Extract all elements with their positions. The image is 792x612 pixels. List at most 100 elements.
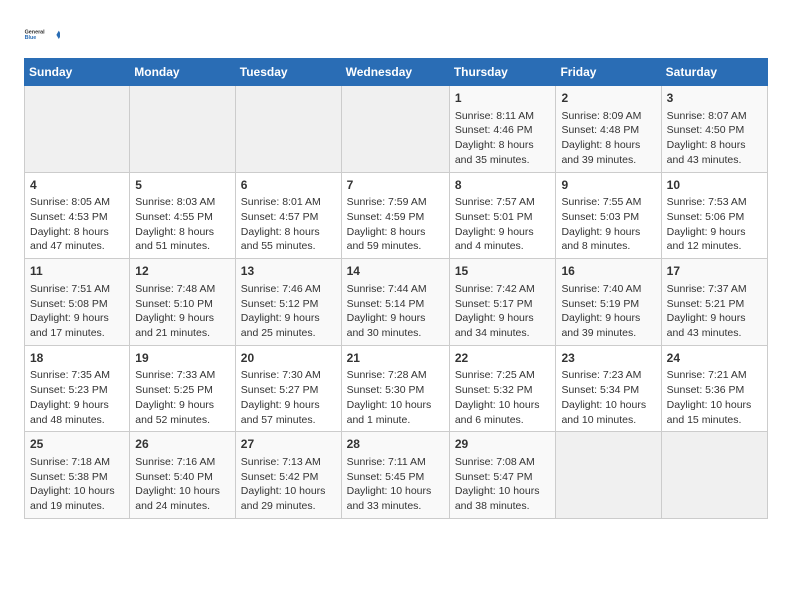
- day-content-line: Daylight: 10 hours: [455, 484, 551, 499]
- day-content-line: and 6 minutes.: [455, 413, 551, 428]
- day-number: 27: [241, 436, 336, 453]
- day-header-wednesday: Wednesday: [341, 59, 449, 86]
- day-content-line: Sunrise: 7:57 AM: [455, 195, 551, 210]
- day-content-line: and 12 minutes.: [667, 239, 762, 254]
- calendar-cell: 28Sunrise: 7:11 AMSunset: 5:45 PMDayligh…: [341, 432, 449, 519]
- day-content-line: Sunrise: 7:33 AM: [135, 368, 230, 383]
- day-content-line: Sunrise: 7:44 AM: [347, 282, 444, 297]
- day-content-line: Sunset: 5:36 PM: [667, 383, 762, 398]
- day-content-line: Daylight: 10 hours: [30, 484, 124, 499]
- day-number: 26: [135, 436, 230, 453]
- day-content-line: Sunset: 5:01 PM: [455, 210, 551, 225]
- day-header-thursday: Thursday: [449, 59, 556, 86]
- day-content-line: and 33 minutes.: [347, 499, 444, 514]
- day-header-monday: Monday: [130, 59, 236, 86]
- day-content-line: Sunset: 5:08 PM: [30, 297, 124, 312]
- days-header-row: SundayMondayTuesdayWednesdayThursdayFrid…: [25, 59, 768, 86]
- day-content-line: and 25 minutes.: [241, 326, 336, 341]
- day-number: 21: [347, 350, 444, 367]
- day-content-line: Sunrise: 7:08 AM: [455, 455, 551, 470]
- day-content-line: and 43 minutes.: [667, 153, 762, 168]
- day-content-line: Sunrise: 8:07 AM: [667, 109, 762, 124]
- day-content-line: Sunrise: 7:40 AM: [561, 282, 655, 297]
- day-content-line: Daylight: 9 hours: [30, 398, 124, 413]
- day-content-line: Sunset: 5:03 PM: [561, 210, 655, 225]
- calendar-cell: 17Sunrise: 7:37 AMSunset: 5:21 PMDayligh…: [661, 259, 767, 346]
- calendar-cell: 14Sunrise: 7:44 AMSunset: 5:14 PMDayligh…: [341, 259, 449, 346]
- day-number: 25: [30, 436, 124, 453]
- calendar-cell: 20Sunrise: 7:30 AMSunset: 5:27 PMDayligh…: [235, 345, 341, 432]
- day-content-line: and 30 minutes.: [347, 326, 444, 341]
- day-content-line: Daylight: 9 hours: [241, 398, 336, 413]
- day-content-line: and 52 minutes.: [135, 413, 230, 428]
- day-content-line: and 34 minutes.: [455, 326, 551, 341]
- day-content-line: Daylight: 10 hours: [455, 398, 551, 413]
- day-content-line: Daylight: 8 hours: [135, 225, 230, 240]
- day-content-line: and 47 minutes.: [30, 239, 124, 254]
- day-content-line: Sunset: 5:25 PM: [135, 383, 230, 398]
- day-content-line: and 19 minutes.: [30, 499, 124, 514]
- day-content-line: Daylight: 9 hours: [561, 311, 655, 326]
- day-content-line: Sunrise: 7:53 AM: [667, 195, 762, 210]
- day-number: 10: [667, 177, 762, 194]
- day-content-line: Sunrise: 7:16 AM: [135, 455, 230, 470]
- calendar-cell: 27Sunrise: 7:13 AMSunset: 5:42 PMDayligh…: [235, 432, 341, 519]
- day-content-line: and 39 minutes.: [561, 326, 655, 341]
- calendar-cell: 25Sunrise: 7:18 AMSunset: 5:38 PMDayligh…: [25, 432, 130, 519]
- day-content-line: Sunrise: 7:23 AM: [561, 368, 655, 383]
- day-content-line: Daylight: 10 hours: [135, 484, 230, 499]
- calendar-cell: 2Sunrise: 8:09 AMSunset: 4:48 PMDaylight…: [556, 86, 661, 173]
- day-content-line: and 57 minutes.: [241, 413, 336, 428]
- day-content-line: Sunset: 4:53 PM: [30, 210, 124, 225]
- day-number: 2: [561, 90, 655, 107]
- day-content-line: Sunrise: 7:46 AM: [241, 282, 336, 297]
- day-number: 8: [455, 177, 551, 194]
- day-content-line: Sunset: 4:50 PM: [667, 123, 762, 138]
- calendar-cell: 23Sunrise: 7:23 AMSunset: 5:34 PMDayligh…: [556, 345, 661, 432]
- calendar-cell: 1Sunrise: 8:11 AMSunset: 4:46 PMDaylight…: [449, 86, 556, 173]
- day-content-line: Sunset: 5:47 PM: [455, 470, 551, 485]
- day-content-line: and 8 minutes.: [561, 239, 655, 254]
- day-content-line: Daylight: 9 hours: [455, 311, 551, 326]
- calendar-cell: 9Sunrise: 7:55 AMSunset: 5:03 PMDaylight…: [556, 172, 661, 259]
- day-content-line: Daylight: 9 hours: [667, 311, 762, 326]
- calendar-cell: 13Sunrise: 7:46 AMSunset: 5:12 PMDayligh…: [235, 259, 341, 346]
- day-content-line: Sunset: 4:46 PM: [455, 123, 551, 138]
- day-content-line: Sunrise: 7:11 AM: [347, 455, 444, 470]
- day-header-tuesday: Tuesday: [235, 59, 341, 86]
- day-content-line: and 38 minutes.: [455, 499, 551, 514]
- calendar-cell: 12Sunrise: 7:48 AMSunset: 5:10 PMDayligh…: [130, 259, 236, 346]
- calendar-table: SundayMondayTuesdayWednesdayThursdayFrid…: [24, 58, 768, 519]
- day-number: 29: [455, 436, 551, 453]
- day-content-line: Daylight: 8 hours: [241, 225, 336, 240]
- day-content-line: Sunset: 5:17 PM: [455, 297, 551, 312]
- calendar-cell: [235, 86, 341, 173]
- day-content-line: Daylight: 9 hours: [561, 225, 655, 240]
- day-content-line: and 15 minutes.: [667, 413, 762, 428]
- calendar-cell: 22Sunrise: 7:25 AMSunset: 5:32 PMDayligh…: [449, 345, 556, 432]
- day-content-line: Sunrise: 7:55 AM: [561, 195, 655, 210]
- day-content-line: and 48 minutes.: [30, 413, 124, 428]
- day-content-line: Sunrise: 7:13 AM: [241, 455, 336, 470]
- day-content-line: Sunset: 4:57 PM: [241, 210, 336, 225]
- calendar-cell: [25, 86, 130, 173]
- day-content-line: Daylight: 8 hours: [561, 138, 655, 153]
- calendar-cell: 24Sunrise: 7:21 AMSunset: 5:36 PMDayligh…: [661, 345, 767, 432]
- calendar-cell: 6Sunrise: 8:01 AMSunset: 4:57 PMDaylight…: [235, 172, 341, 259]
- day-content-line: Sunrise: 7:28 AM: [347, 368, 444, 383]
- week-row-3: 11Sunrise: 7:51 AMSunset: 5:08 PMDayligh…: [25, 259, 768, 346]
- day-number: 7: [347, 177, 444, 194]
- day-content-line: and 43 minutes.: [667, 326, 762, 341]
- day-content-line: Sunset: 5:30 PM: [347, 383, 444, 398]
- calendar-cell: 18Sunrise: 7:35 AMSunset: 5:23 PMDayligh…: [25, 345, 130, 432]
- day-content-line: and 39 minutes.: [561, 153, 655, 168]
- calendar-cell: 3Sunrise: 8:07 AMSunset: 4:50 PMDaylight…: [661, 86, 767, 173]
- day-content-line: Sunset: 5:42 PM: [241, 470, 336, 485]
- day-content-line: Sunset: 5:40 PM: [135, 470, 230, 485]
- day-number: 12: [135, 263, 230, 280]
- day-number: 16: [561, 263, 655, 280]
- calendar-cell: 8Sunrise: 7:57 AMSunset: 5:01 PMDaylight…: [449, 172, 556, 259]
- day-content-line: Daylight: 9 hours: [241, 311, 336, 326]
- day-content-line: Sunrise: 7:35 AM: [30, 368, 124, 383]
- day-content-line: Sunrise: 8:05 AM: [30, 195, 124, 210]
